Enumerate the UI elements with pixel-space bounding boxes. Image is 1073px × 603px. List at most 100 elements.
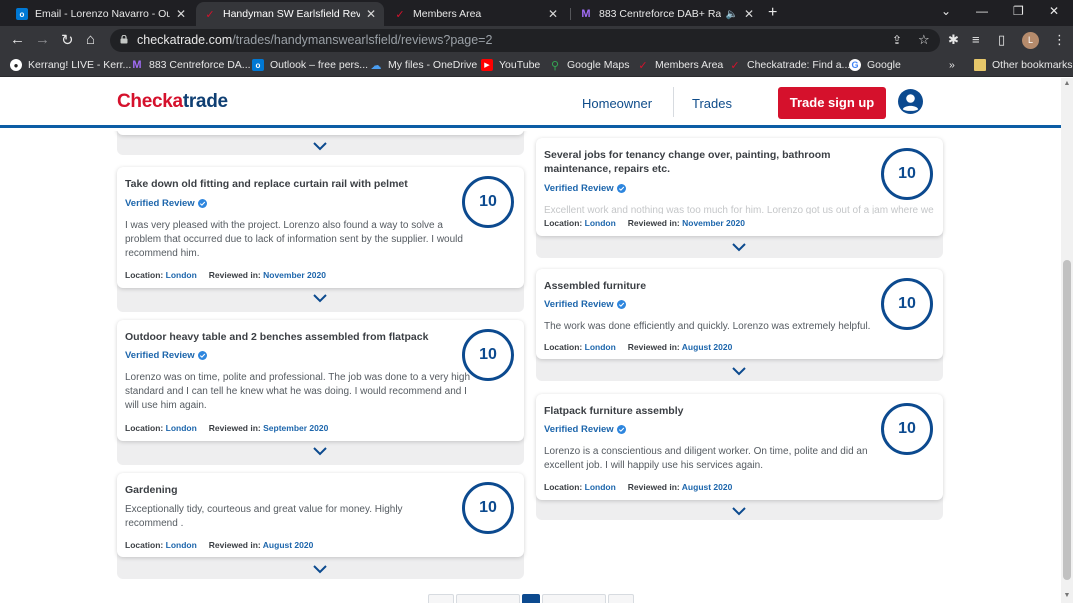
other-bookmarks[interactable]: Other bookmarks (974, 59, 1073, 71)
bookmark-kerrang[interactable]: ● Kerrang! LIVE - Kerr... (10, 59, 131, 71)
pagination-prev-button[interactable] (428, 594, 454, 603)
verified-review-badge: Verified Review (125, 198, 207, 209)
close-window-button[interactable]: ✕ (1049, 4, 1059, 18)
bookmark-label: Kerrang! LIVE - Kerr... (28, 59, 132, 71)
kerrang-icon: ● (10, 59, 22, 71)
extensions-icon[interactable]: ✱ (948, 32, 959, 48)
reviewed-label: Reviewed in: (208, 423, 261, 433)
checkatrade-icon: ✓ (205, 8, 215, 21)
address-bar[interactable]: checkatrade.com/trades/handymanswearlsfi… (110, 29, 940, 52)
restore-button[interactable]: ❐ (1013, 4, 1024, 18)
verified-check-icon (616, 300, 626, 309)
close-icon[interactable]: ✕ (744, 7, 754, 21)
bookmark-members-area[interactable]: ✓ Members Area (637, 59, 723, 72)
close-icon[interactable]: ✕ (176, 7, 186, 21)
reviewed-label: Reviewed in: (627, 218, 680, 228)
pagination-page[interactable] (542, 594, 606, 603)
page-scrollbar[interactable]: ▲ ▼ (1061, 78, 1073, 603)
location-label: Location: (544, 342, 583, 352)
scroll-up-icon[interactable]: ▲ (1063, 80, 1071, 87)
chevron-down-icon[interactable] (312, 564, 328, 574)
browser-tab-bar: o Email - Lorenzo Navarro - Outlook ✕ ✓ … (0, 0, 1073, 26)
location-label: Location: (544, 482, 583, 492)
media-icon[interactable]: ≡ (972, 32, 980, 47)
review-card-wrapper: Gardening Exceptionally tidy, courteous … (117, 473, 524, 579)
pagination-next-button[interactable] (608, 594, 634, 603)
reviewed-value: September 2020 (263, 423, 329, 433)
reviewed-value: August 2020 (681, 482, 733, 492)
verified-check-icon (616, 184, 626, 193)
minimize-button[interactable]: — (976, 4, 988, 18)
share-icon[interactable]: ⇪ (892, 33, 902, 47)
reviewed-label: Reviewed in: (627, 482, 680, 492)
review-title: Outdoor heavy table and 2 benches assemb… (125, 331, 429, 343)
checkatrade-logo[interactable]: Checkatrade (117, 91, 228, 113)
profile-avatar[interactable]: L (1022, 32, 1039, 49)
lock-icon (120, 35, 128, 44)
bookmark-centreforce[interactable]: M 883 Centreforce DA... (131, 59, 250, 71)
reload-button[interactable]: ↻ (61, 31, 74, 49)
pagination-current-page[interactable] (522, 594, 540, 603)
chevron-down-icon[interactable] (731, 366, 747, 376)
chevron-down-icon[interactable] (312, 141, 328, 151)
review-meta: Location: London Reviewed in: November 20… (125, 270, 326, 280)
review-title: Flatpack furniture assembly (544, 405, 684, 417)
tab-handyman-reviews[interactable]: ✓ Handyman SW Earlsfield Reviews ✕ (196, 2, 384, 26)
forward-button[interactable]: → (35, 31, 50, 48)
review-text: Excellent work and nothing was too much … (544, 205, 934, 214)
bookmark-youtube[interactable]: ▶ YouTube (481, 59, 540, 71)
logo-part: trade (182, 91, 228, 112)
chevron-down-icon[interactable] (731, 506, 747, 516)
bookmark-label: Checkatrade: Find a... (747, 59, 851, 71)
tab-outlook[interactable]: o Email - Lorenzo Navarro - Outlook ✕ (8, 2, 194, 26)
pagination-page[interactable] (456, 594, 520, 603)
speaker-icon[interactable]: 🔈 (725, 9, 737, 20)
review-score: 10 (881, 148, 933, 200)
close-icon[interactable]: ✕ (548, 7, 558, 21)
review-card: Flatpack furniture assembly Verified Rev… (536, 394, 943, 500)
location-label: Location: (125, 540, 164, 550)
tab-title: Email - Lorenzo Navarro - Outlook (35, 8, 170, 20)
review-card-wrapper: Several jobs for tenancy change over, pa… (536, 138, 943, 258)
bookmark-label: Outlook – free pers... (270, 59, 369, 71)
star-icon[interactable]: ☆ (918, 32, 930, 48)
reviewed-label: Reviewed in: (208, 270, 261, 280)
tab-members-area[interactable]: ✓ Members Area ✕ (386, 2, 566, 26)
reviewed-value: August 2020 (681, 342, 733, 352)
scrollbar-thumb[interactable] (1063, 260, 1071, 580)
review-title: Several jobs for tenancy change over, pa… (544, 149, 831, 175)
outlook-icon: o (16, 8, 28, 20)
reviewed-label: Reviewed in: (627, 342, 680, 352)
review-title: Take down old fitting and replace curtai… (125, 178, 408, 190)
menu-icon[interactable]: ⋮ (1053, 32, 1066, 48)
chevron-down-icon[interactable] (312, 446, 328, 456)
side-panel-icon[interactable]: ▯ (998, 32, 1005, 48)
tab-centreforce-radio[interactable]: M 883 Centreforce DAB+ Radio 🔈 ✕ (572, 2, 762, 26)
chevron-down-icon[interactable] (731, 242, 747, 252)
trade-signup-button[interactable]: Trade sign up (778, 87, 886, 119)
chevron-down-icon[interactable]: ⌄ (941, 4, 951, 18)
tab-title: Handyman SW Earlsfield Reviews (223, 8, 360, 20)
home-button[interactable]: ⌂ (86, 31, 95, 48)
user-account-icon[interactable] (897, 88, 924, 115)
bookmark-checkatrade[interactable]: ✓ Checkatrade: Find a... (729, 59, 851, 72)
close-icon[interactable]: ✕ (366, 7, 376, 21)
url-text: checkatrade.com/trades/handymanswearlsfi… (137, 33, 492, 47)
scroll-down-icon[interactable]: ▼ (1063, 592, 1071, 599)
nav-trades[interactable]: Trades (692, 96, 732, 111)
review-score: 10 (462, 482, 514, 534)
location-label: Location: (125, 423, 164, 433)
back-button[interactable]: ← (10, 31, 25, 48)
chevron-down-icon[interactable] (312, 293, 328, 303)
more-bookmarks-icon[interactable]: » (949, 59, 955, 71)
bookmark-google[interactable]: G Google (849, 59, 901, 71)
nav-homeowner[interactable]: Homeowner (582, 96, 652, 111)
review-title: Assembled furniture (544, 280, 647, 292)
review-card-wrapper: Take down old fitting and replace curtai… (117, 167, 524, 312)
tab-separator (570, 8, 571, 20)
google-icon: G (849, 59, 861, 71)
bookmark-onedrive[interactable]: ☁ My files - OneDrive (370, 59, 478, 72)
new-tab-button[interactable]: + (768, 4, 777, 22)
bookmark-google-maps[interactable]: ⚲ Google Maps (549, 59, 629, 72)
bookmark-outlook[interactable]: o Outlook – free pers... (252, 59, 368, 71)
